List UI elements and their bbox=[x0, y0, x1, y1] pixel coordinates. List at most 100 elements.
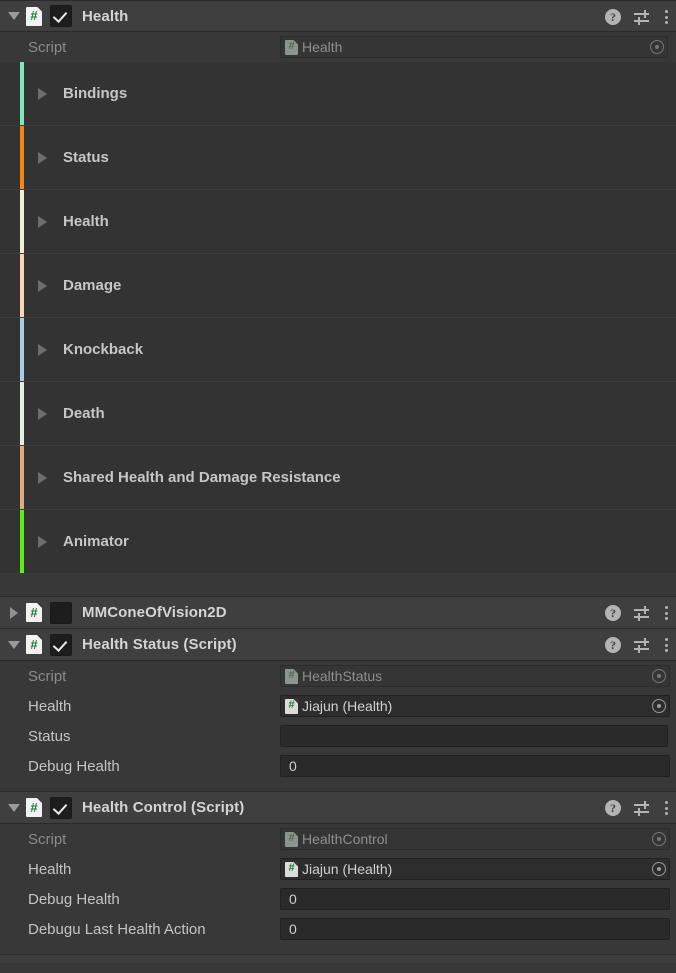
group-foldout-arrow[interactable] bbox=[38, 343, 47, 356]
preset-icon[interactable] bbox=[634, 9, 651, 25]
property-label: Script bbox=[28, 830, 67, 848]
property-value: 0 bbox=[289, 891, 297, 907]
help-icon[interactable]: ? bbox=[605, 800, 621, 816]
component-bottom-padding bbox=[0, 781, 676, 792]
status-input[interactable] bbox=[280, 725, 668, 747]
group-accent-bar bbox=[20, 190, 24, 253]
property-label: Health bbox=[28, 860, 72, 878]
property-value: Jiajun (Health) bbox=[302, 861, 393, 877]
component-header-tools-health-control: ? bbox=[605, 792, 668, 824]
script-object-field[interactable]: # Health bbox=[280, 36, 668, 58]
property-row-script: Script # Health bbox=[0, 32, 676, 62]
group-accent-bar bbox=[20, 254, 24, 317]
property-label-script: Script bbox=[28, 38, 67, 56]
property-row-status: Status bbox=[0, 721, 676, 751]
group-knockback[interactable]: Knockback bbox=[0, 318, 676, 382]
group-bindings[interactable]: Bindings bbox=[0, 62, 676, 126]
component-enable-checkbox-mmconeofvision2d[interactable] bbox=[50, 601, 72, 624]
health-object-field[interactable]: # Jiajun (Health) bbox=[280, 695, 670, 717]
component-header-mmconeofvision2d[interactable]: # MMConeOfVision2D ? bbox=[0, 597, 676, 629]
object-picker-icon[interactable] bbox=[652, 862, 666, 876]
property-label: Debugu Last Health Action bbox=[28, 920, 206, 938]
foldout-arrow-health-control[interactable] bbox=[5, 792, 23, 824]
object-picker-icon[interactable] bbox=[650, 40, 664, 54]
group-shared-health-and-damage-resistance[interactable]: Shared Health and Damage Resistance bbox=[0, 446, 676, 510]
component-header-health[interactable]: # Health ? bbox=[0, 0, 676, 32]
debug-health-input[interactable]: 0 bbox=[280, 755, 670, 777]
group-label: Animator bbox=[63, 533, 129, 550]
help-icon[interactable]: ? bbox=[605, 637, 621, 653]
group-label: Bindings bbox=[63, 85, 128, 102]
object-picker-icon[interactable] bbox=[652, 699, 666, 713]
script-object-value: Health bbox=[302, 39, 343, 55]
component-enable-checkbox-health[interactable] bbox=[50, 5, 72, 27]
component-header-health-control[interactable]: # Health Control (Script) ? bbox=[0, 792, 676, 824]
preset-icon[interactable] bbox=[634, 637, 651, 653]
group-foldout-arrow[interactable] bbox=[38, 407, 47, 420]
csharp-script-icon-small: # bbox=[285, 668, 298, 684]
group-accent-bar bbox=[20, 382, 24, 445]
group-health[interactable]: Health bbox=[0, 190, 676, 254]
component-title-health: Health bbox=[82, 7, 129, 25]
property-row-health: Health # Jiajun (Health) bbox=[0, 691, 676, 721]
help-icon[interactable]: ? bbox=[605, 605, 621, 621]
health-object-field[interactable]: # Jiajun (Health) bbox=[280, 858, 670, 880]
csharp-script-icon-small: # bbox=[285, 861, 298, 877]
property-label: Debug Health bbox=[28, 757, 120, 775]
property-row-debug-health: Debug Health 0 bbox=[0, 751, 676, 781]
group-foldout-arrow[interactable] bbox=[38, 471, 47, 484]
group-status[interactable]: Status bbox=[0, 126, 676, 190]
preset-icon[interactable] bbox=[634, 800, 651, 816]
debugu-last-health-action-input[interactable]: 0 bbox=[280, 918, 670, 940]
property-label: Debug Health bbox=[28, 890, 120, 908]
group-accent-bar bbox=[20, 126, 24, 189]
property-value: HealthControl bbox=[302, 831, 388, 847]
property-row-debugu-last-health-action: Debugu Last Health Action 0 bbox=[0, 914, 676, 944]
group-foldout-arrow[interactable] bbox=[38, 279, 47, 292]
group-label: Shared Health and Damage Resistance bbox=[63, 469, 341, 486]
group-animator[interactable]: Animator bbox=[0, 510, 676, 574]
component-separator bbox=[0, 574, 676, 597]
more-menu-icon[interactable] bbox=[664, 637, 668, 653]
component-enable-checkbox-health-status[interactable] bbox=[50, 633, 72, 656]
group-foldout-arrow[interactable] bbox=[38, 151, 47, 164]
more-menu-icon[interactable] bbox=[664, 800, 668, 816]
group-label: Health bbox=[63, 213, 109, 230]
more-menu-icon[interactable] bbox=[664, 605, 668, 621]
inspector-tail bbox=[0, 955, 676, 963]
group-damage[interactable]: Damage bbox=[0, 254, 676, 318]
property-row-script: Script # HealthStatus bbox=[0, 661, 676, 691]
script-object-field[interactable]: # HealthStatus bbox=[280, 665, 670, 687]
component-title-health-status: Health Status (Script) bbox=[82, 636, 237, 653]
foldout-arrow-health[interactable] bbox=[5, 0, 23, 32]
group-foldout-arrow[interactable] bbox=[38, 215, 47, 228]
csharp-script-icon: # bbox=[26, 6, 42, 26]
object-picker-icon[interactable] bbox=[652, 669, 666, 683]
csharp-script-icon: # bbox=[26, 603, 42, 622]
component-bottom-padding bbox=[0, 944, 676, 955]
debug-health-input[interactable]: 0 bbox=[280, 888, 670, 910]
help-icon[interactable]: ? bbox=[605, 9, 621, 25]
foldout-arrow-mmconeofvision2d[interactable] bbox=[5, 597, 23, 629]
component-title-mmconeofvision2d: MMConeOfVision2D bbox=[82, 604, 227, 621]
property-label: Health bbox=[28, 697, 72, 715]
foldout-arrow-health-status[interactable] bbox=[5, 629, 23, 661]
component-enable-checkbox-health-control[interactable] bbox=[50, 796, 72, 819]
csharp-script-icon: # bbox=[26, 635, 42, 654]
group-death[interactable]: Death bbox=[0, 382, 676, 446]
component-header-tools-mmconeofvision2d: ? bbox=[605, 597, 668, 629]
group-label: Damage bbox=[63, 277, 122, 294]
group-foldout-arrow[interactable] bbox=[38, 87, 47, 100]
csharp-script-icon: # bbox=[26, 798, 42, 817]
component-title-health-control: Health Control (Script) bbox=[82, 799, 245, 816]
component-header-tools-health-status: ? bbox=[605, 629, 668, 661]
group-accent-bar bbox=[20, 318, 24, 381]
csharp-script-icon-small: # bbox=[285, 831, 298, 847]
script-object-field[interactable]: # HealthControl bbox=[280, 828, 670, 850]
group-label: Status bbox=[63, 149, 109, 166]
more-menu-icon[interactable] bbox=[664, 9, 668, 25]
preset-icon[interactable] bbox=[634, 605, 651, 621]
group-foldout-arrow[interactable] bbox=[38, 535, 47, 548]
object-picker-icon[interactable] bbox=[652, 832, 666, 846]
component-header-health-status[interactable]: # Health Status (Script) ? bbox=[0, 629, 676, 661]
